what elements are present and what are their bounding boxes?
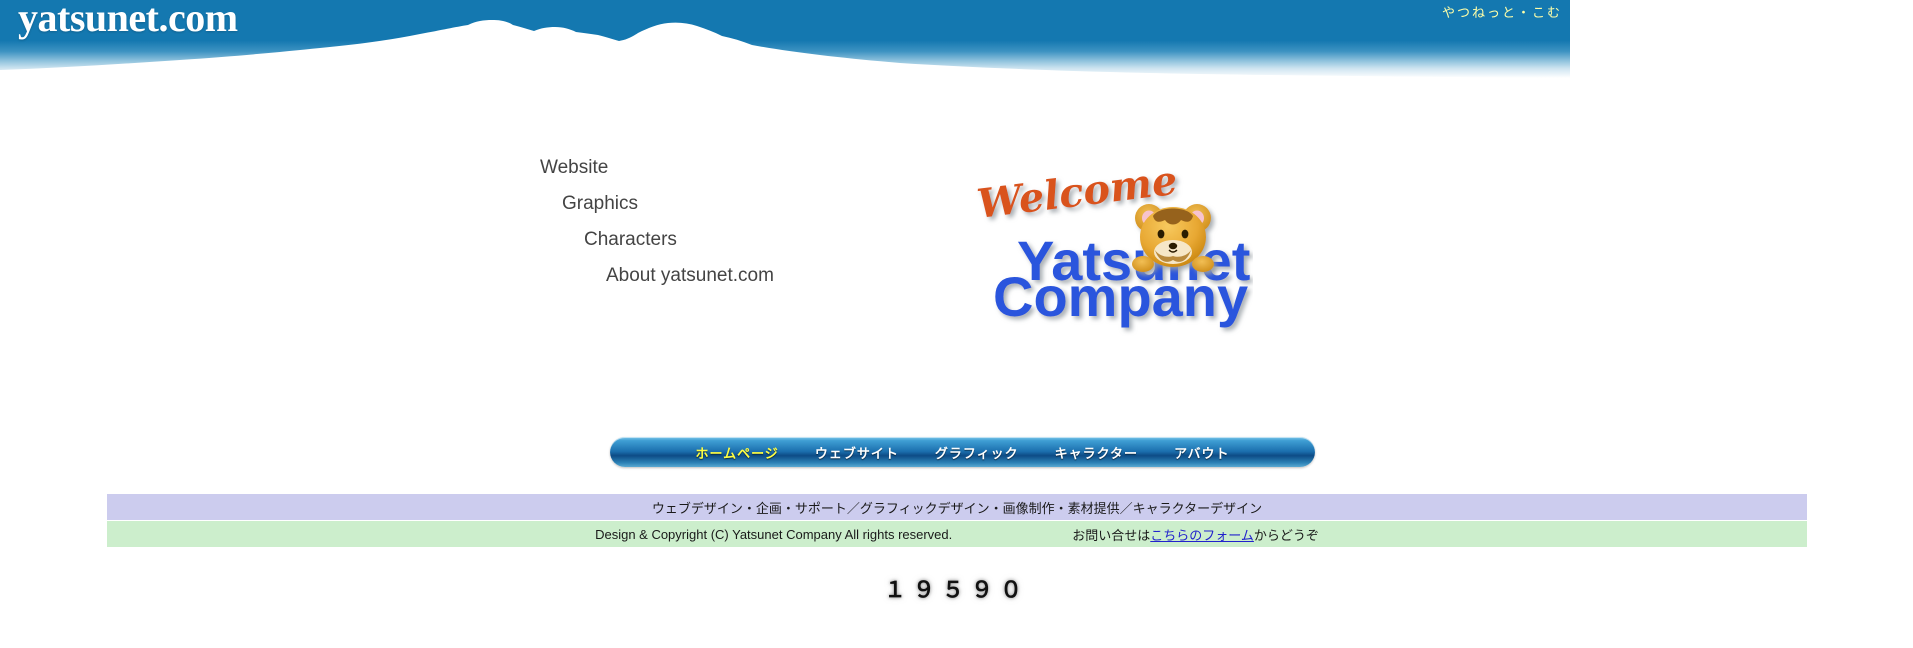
nav-link-homepage[interactable]: ホームページ bbox=[695, 443, 778, 462]
menu-item-characters[interactable]: Characters bbox=[540, 230, 840, 249]
nav-link-characters[interactable]: キャラクター bbox=[1055, 443, 1138, 462]
contact-text: お問い合せはこちらのフォームからどうぞ bbox=[1072, 525, 1319, 544]
services-band: ウェブデザイン・企画・サポート／グラフィックデザイン・画像制作・素材提供／キャラ… bbox=[107, 494, 1807, 520]
nav-link-graphics[interactable]: グラフィック bbox=[935, 443, 1019, 462]
contact-prefix: お問い合せは bbox=[1072, 528, 1151, 544]
nav-link-about[interactable]: アバウト bbox=[1174, 443, 1229, 462]
kana-wordmark: やつねっと・こむ bbox=[1441, 6, 1562, 21]
nav-link-website[interactable]: ウェブサイト bbox=[815, 443, 899, 462]
copyright-text: Design & Copyright (C) Yatsunet Company … bbox=[595, 526, 953, 542]
logo-line-company: Company bbox=[993, 265, 1248, 328]
bear-mascot-icon bbox=[1132, 204, 1214, 272]
menu-item-website[interactable]: Website bbox=[540, 158, 840, 177]
copyright-band: Design & Copyright (C) Yatsunet Company … bbox=[107, 521, 1807, 547]
primary-nav-bar: ホームページ ウェブサイト グラフィック キャラクター アバウト bbox=[610, 437, 1315, 467]
contact-suffix: からどうぞ bbox=[1253, 528, 1319, 544]
services-text: ウェブデザイン・企画・サポート／グラフィックデザイン・画像制作・素材提供／キャラ… bbox=[651, 501, 1263, 517]
site-wordmark: yatsunet.com bbox=[18, 0, 238, 40]
visit-counter: １９５９０ bbox=[883, 577, 1029, 602]
welcome-yatsunet-company-logo[interactable]: Welcome Yatsunet Company bbox=[963, 170, 1253, 350]
site-header-banner: yatsunet.com やつねっと・こむ bbox=[0, 0, 1570, 78]
menu-item-graphics[interactable]: Graphics bbox=[540, 194, 840, 213]
logo-company-text: Company bbox=[993, 265, 1248, 328]
contact-form-link[interactable]: こちらのフォーム bbox=[1150, 529, 1254, 544]
menu-item-about[interactable]: About yatsunet.com bbox=[540, 266, 840, 285]
text-menu: Website Graphics Characters About yatsun… bbox=[540, 158, 840, 302]
